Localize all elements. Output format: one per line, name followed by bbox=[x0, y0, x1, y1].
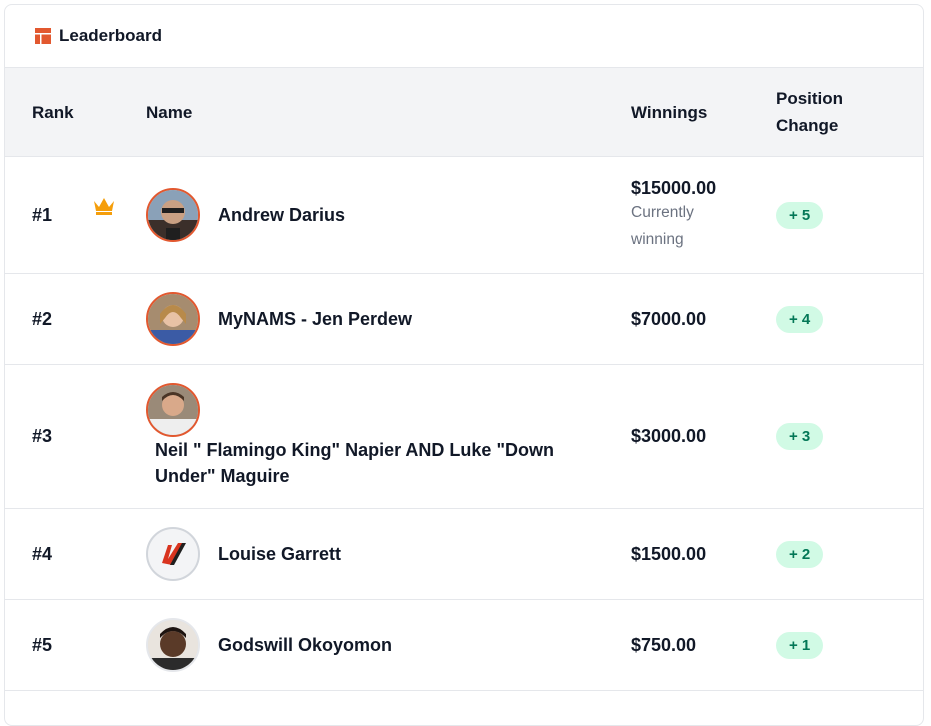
column-header-winnings[interactable]: Winnings bbox=[631, 68, 707, 156]
winnings-cell: $1500.00 bbox=[631, 509, 706, 599]
player-name[interactable]: Andrew Darius bbox=[218, 205, 345, 226]
winnings-amount: $7000.00 bbox=[631, 308, 707, 329]
player-name[interactable]: Godswill Okoyomon bbox=[218, 635, 392, 656]
avatar bbox=[146, 527, 200, 581]
rank-value: #3 bbox=[32, 426, 53, 446]
leaderboard-title: Leaderboard bbox=[59, 26, 162, 45]
winnings-cell: $15000.00 Currently winning bbox=[631, 157, 716, 273]
column-header-rank[interactable]: Rank bbox=[32, 68, 74, 156]
position-change-badge: + 3 bbox=[776, 423, 824, 450]
winnings-amount: $3000.00 bbox=[631, 426, 707, 446]
rank-value: #1 bbox=[32, 204, 53, 225]
leaderboard-header: Leaderboard bbox=[5, 5, 923, 68]
leaderboard-card: Leaderboard Rank Name Winnings Position … bbox=[4, 4, 924, 726]
rank-value: #5 bbox=[32, 634, 53, 655]
winnings-amount: $1500.00 bbox=[631, 543, 707, 564]
position-change-cell: + 3 bbox=[776, 365, 824, 508]
winnings-cell: $750.00 bbox=[631, 600, 696, 690]
winnings-cell: $3000.00 bbox=[631, 365, 706, 508]
rank-value: #4 bbox=[32, 543, 53, 564]
table-row[interactable]: #1 Andrew Darius $15000.00 Currently win… bbox=[5, 157, 923, 274]
table-row[interactable]: #5 Godswill Okoyomon $750.00 + 1 bbox=[5, 600, 923, 691]
player-name[interactable]: Neil " Flamingo King" Napier AND Luke "D… bbox=[155, 437, 575, 489]
avatar bbox=[146, 188, 200, 242]
avatar bbox=[146, 618, 200, 672]
player-name[interactable]: Louise Garrett bbox=[218, 544, 341, 565]
position-change-badge: + 1 bbox=[776, 631, 824, 659]
column-header-position-change[interactable]: Position Change bbox=[776, 68, 876, 156]
winnings-amount: $750.00 bbox=[631, 634, 697, 655]
column-header-name[interactable]: Name bbox=[146, 68, 192, 156]
avatar bbox=[146, 292, 200, 346]
player-name[interactable]: MyNAMS - Jen Perdew bbox=[218, 309, 412, 330]
player-cell: Godswill Okoyomon bbox=[146, 600, 392, 690]
position-change-cell: + 4 bbox=[776, 274, 824, 364]
winning-status: Currently winning bbox=[631, 203, 694, 248]
player-cell bbox=[146, 383, 200, 437]
winnings-cell: $7000.00 bbox=[631, 274, 706, 364]
position-change-badge: + 5 bbox=[776, 201, 824, 229]
layout-icon bbox=[35, 28, 51, 44]
rank-value: #2 bbox=[32, 308, 53, 329]
position-change-cell: + 2 bbox=[776, 509, 824, 599]
table-row[interactable]: #2 MyNAMS - Jen Perdew $7000.00 + 4 bbox=[5, 274, 923, 365]
winnings-amount: $15000.00 bbox=[631, 177, 717, 198]
position-change-cell: + 1 bbox=[776, 600, 824, 690]
player-cell: Andrew Darius bbox=[146, 157, 345, 273]
crown-icon bbox=[94, 198, 114, 215]
table-header: Rank Name Winnings Position Change bbox=[5, 68, 923, 157]
player-cell: Louise Garrett bbox=[146, 509, 341, 599]
position-change-cell: + 5 bbox=[776, 157, 824, 273]
table-row[interactable]: #4 Louise Garrett $1500.00 + 2 bbox=[5, 509, 923, 600]
player-cell: MyNAMS - Jen Perdew bbox=[146, 274, 412, 364]
avatar bbox=[146, 383, 200, 437]
table-row[interactable]: #3 Neil " Flamingo King" Napier AND Luke… bbox=[5, 365, 923, 509]
position-change-badge: + 2 bbox=[776, 540, 824, 568]
position-change-badge: + 4 bbox=[776, 305, 824, 333]
